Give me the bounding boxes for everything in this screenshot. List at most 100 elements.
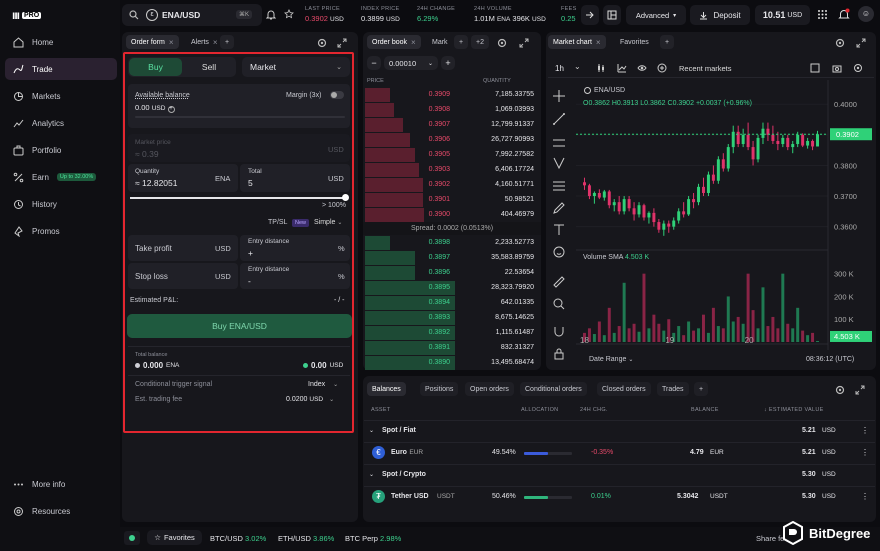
star-icon[interactable] bbox=[284, 9, 294, 19]
tab-alerts[interactable]: Alerts × bbox=[186, 35, 223, 49]
bid-row[interactable]: 0.3890 13,495.68474 bbox=[365, 356, 538, 370]
horizontal-lines-icon[interactable] bbox=[552, 136, 566, 150]
tab-positions[interactable]: Positions bbox=[420, 382, 459, 396]
tab-conditional-orders[interactable]: Conditional orders bbox=[520, 382, 587, 396]
increase-step-button[interactable]: + bbox=[441, 56, 455, 70]
row-menu-icon[interactable]: ⋮ bbox=[861, 448, 869, 457]
group-row[interactable]: ⌄ Spot / Crypto 5.30 USD bbox=[364, 464, 875, 484]
ask-row[interactable]: 0.3901 50.98521 bbox=[365, 193, 538, 207]
compare-icon[interactable] bbox=[657, 63, 667, 73]
bid-row[interactable]: 0.3896 22.53654 bbox=[365, 266, 538, 280]
margin-toggle[interactable] bbox=[330, 91, 344, 99]
row-menu-icon[interactable]: ⋮ bbox=[861, 492, 869, 501]
ask-row[interactable]: 0.3900 404.46979 bbox=[365, 208, 538, 222]
indicators-icon[interactable] bbox=[617, 63, 627, 73]
user-avatar[interactable]: ☺ bbox=[858, 6, 874, 22]
bid-row[interactable]: 0.3891 832.31327 bbox=[365, 341, 538, 355]
settings-icon[interactable] bbox=[835, 385, 845, 395]
brush-icon[interactable] bbox=[552, 201, 566, 215]
asset-row[interactable]: ₮ Tether USD USDT 50.46% 0.01% 5.3042 USDT 5.30… bbox=[364, 486, 875, 506]
add-tab-button[interactable]: + bbox=[694, 382, 709, 396]
expand-icon[interactable] bbox=[519, 38, 529, 48]
row-menu-icon[interactable]: ⋮ bbox=[861, 426, 869, 435]
fee-value[interactable]: 0.0200 USD ⌄ bbox=[286, 396, 334, 403]
lock-icon[interactable] bbox=[552, 347, 566, 361]
settings-icon[interactable] bbox=[497, 38, 507, 48]
sidebar-item-analytics[interactable]: Analytics bbox=[5, 112, 117, 134]
trendline-icon[interactable] bbox=[552, 112, 566, 126]
camera-icon[interactable] bbox=[832, 63, 842, 73]
bid-row[interactable]: 0.3895 28,323.79920 bbox=[365, 281, 538, 295]
emoji-icon[interactable] bbox=[552, 245, 566, 259]
submit-buy-button[interactable]: Buy ENA/USD bbox=[127, 314, 352, 338]
deposit-button[interactable]: Deposit bbox=[690, 5, 750, 25]
tpsl-mode-select[interactable]: Simple ⌄ bbox=[314, 219, 342, 226]
tab-order-form[interactable]: Order form × bbox=[126, 35, 179, 49]
trigger-select[interactable]: Index ⌄ bbox=[308, 381, 338, 388]
ticker-item[interactable]: ETH/USD 3.86% bbox=[278, 534, 334, 543]
tab-market-chart[interactable]: Market chart × bbox=[548, 35, 606, 49]
settings-icon[interactable] bbox=[317, 38, 327, 48]
grid-icon[interactable] bbox=[817, 9, 828, 20]
add-tab-button[interactable]: + bbox=[660, 35, 675, 49]
share-feedback-link[interactable]: Share fe bbox=[756, 534, 784, 543]
tab-closed-orders[interactable]: Closed orders bbox=[597, 382, 651, 396]
sidebar-item-portfolio[interactable]: Portfolio bbox=[5, 139, 117, 161]
tab-trades[interactable]: Trades bbox=[657, 382, 689, 396]
text-icon[interactable] bbox=[552, 223, 566, 237]
magnet-icon[interactable] bbox=[552, 325, 566, 339]
close-icon[interactable]: × bbox=[596, 38, 601, 47]
crosshair-icon[interactable] bbox=[552, 89, 566, 103]
sell-tab[interactable]: Sell bbox=[183, 58, 235, 76]
amount-slider-handle[interactable] bbox=[342, 194, 349, 201]
bid-row[interactable]: 0.3898 2,233.52773 bbox=[365, 236, 538, 250]
expand-icon[interactable] bbox=[855, 385, 865, 395]
add-funds-icon[interactable]: + bbox=[167, 106, 175, 113]
buy-tab[interactable]: Buy bbox=[129, 58, 182, 76]
tab-order-book[interactable]: Order book × bbox=[367, 35, 421, 49]
sidebar-item-trade[interactable]: Trade bbox=[5, 58, 117, 80]
logo[interactable]: ııı PRO bbox=[12, 8, 42, 22]
close-icon[interactable]: × bbox=[213, 38, 218, 47]
connection-status[interactable] bbox=[124, 531, 140, 545]
bid-row[interactable]: 0.3897 35,583.89759 bbox=[365, 251, 538, 265]
ask-row[interactable]: 0.3906 26,727.90993 bbox=[365, 133, 538, 147]
add-tab-button[interactable]: + bbox=[454, 35, 469, 49]
tab-favorites[interactable]: Favorites bbox=[615, 35, 654, 49]
expand-icon[interactable] bbox=[856, 38, 866, 48]
asset-row[interactable]: € Euro EUR 49.54% -0.35% 4.79 EUR 5.21 USD ⋮ bbox=[364, 442, 875, 462]
order-type-select[interactable]: Market ⌄ bbox=[242, 57, 350, 77]
notifications-icon[interactable] bbox=[838, 8, 850, 20]
close-icon[interactable]: × bbox=[169, 38, 174, 47]
ask-row[interactable]: 0.3907 12,799.91337 bbox=[365, 118, 538, 132]
date-range-select[interactable]: Date Range ⌄ bbox=[589, 356, 633, 363]
settings-icon[interactable] bbox=[835, 38, 845, 48]
tab-balances[interactable]: Balances bbox=[367, 382, 406, 396]
ask-row[interactable]: 0.3909 7,185.33755 bbox=[365, 88, 538, 102]
sidebar-item-promos[interactable]: Promos bbox=[5, 220, 117, 242]
ask-row[interactable]: 0.3905 7,992.27582 bbox=[365, 148, 538, 162]
layout-button[interactable] bbox=[603, 5, 621, 25]
bid-row[interactable]: 0.3893 8,675.14625 bbox=[365, 311, 538, 325]
sidebar-item-earn[interactable]: Earn Up to 32.00% bbox=[5, 166, 117, 188]
sidebar-item-home[interactable]: Home bbox=[5, 31, 117, 53]
balance-display[interactable]: 10.51 USD bbox=[755, 5, 810, 25]
decrease-step-button[interactable]: − bbox=[367, 56, 381, 70]
expand-icon[interactable] bbox=[337, 38, 347, 48]
recent-markets-button[interactable]: Recent markets bbox=[679, 64, 732, 73]
ticker-item[interactable]: BTC Perp 2.98% bbox=[345, 534, 401, 543]
group-row[interactable]: ⌄ Spot / Fiat 5.21 USD ⋮ bbox=[364, 420, 875, 440]
step-select[interactable]: 0.00010 ⌄ bbox=[384, 56, 438, 70]
close-icon[interactable]: × bbox=[411, 38, 416, 47]
ticker-item[interactable]: BTC/USD 3.02% bbox=[210, 534, 266, 543]
ask-row[interactable]: 0.3903 6,406.17724 bbox=[365, 163, 538, 177]
bid-row[interactable]: 0.3894 642.01335 bbox=[365, 296, 538, 310]
est-value-header[interactable]: ↓ ESTIMATED VALUE bbox=[764, 407, 824, 413]
ask-row[interactable]: 0.3902 4,160.51771 bbox=[365, 178, 538, 192]
candles-icon[interactable] bbox=[596, 63, 606, 73]
tab-mark[interactable]: Mark bbox=[427, 35, 453, 49]
pattern-icon[interactable] bbox=[552, 156, 566, 170]
eye-icon[interactable] bbox=[637, 63, 647, 73]
more-tabs-button[interactable]: +2 bbox=[471, 35, 489, 49]
fullscreen-icon[interactable] bbox=[810, 63, 820, 73]
